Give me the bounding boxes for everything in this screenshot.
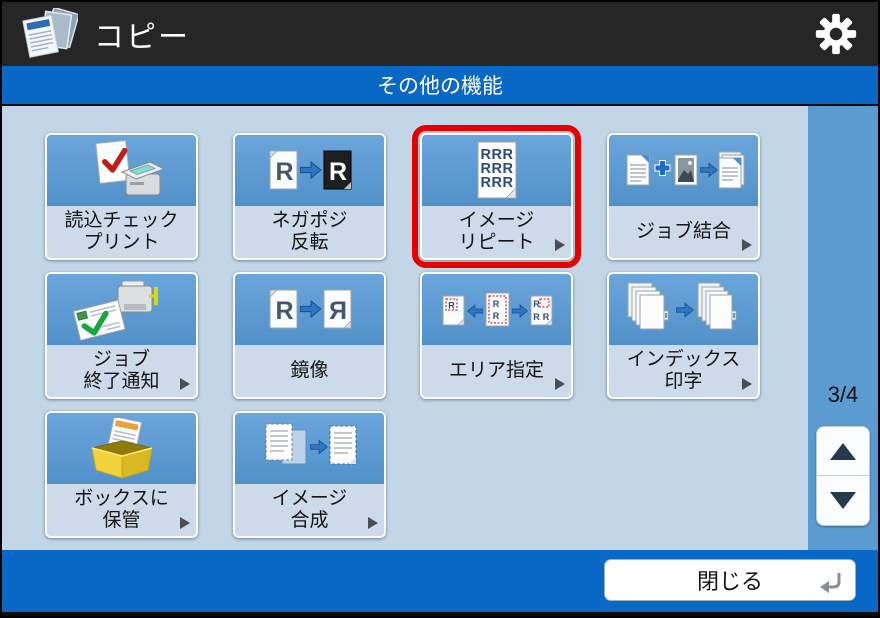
return-arrow-icon: [820, 573, 841, 593]
tile-label-line1: イメージ: [458, 209, 535, 231]
page-title: コピー: [94, 21, 190, 54]
tile-label: エリア指定: [422, 345, 571, 397]
tile-label-line2: 反転: [290, 232, 329, 253]
feature-tile-image-repeat[interactable]: RRR RRR RRR イメージ リピート: [412, 125, 581, 268]
tile-label-line2: プリント: [83, 232, 160, 253]
tile-label-line1: ジョブ: [92, 348, 150, 370]
svg-text:R: R: [533, 312, 540, 322]
tile-label: ボックスに 保管: [47, 484, 196, 536]
feature-tile-job-end-notification[interactable]: ジョブ 終了通知: [45, 272, 198, 399]
scan-check-print-icon: [47, 135, 196, 206]
feature-tile-index-print[interactable]: インデックス 印字: [607, 272, 760, 399]
main-area: 読込チェック プリント R R ネガポジ 反転 RRR RRR RRR イメージ…: [2, 106, 878, 550]
job-combine-icon: [609, 135, 758, 206]
settings-button[interactable]: [812, 10, 860, 58]
job-end-notification-icon: [47, 274, 196, 345]
tile-label: イメージ リピート: [422, 206, 571, 258]
svg-text:R: R: [275, 297, 293, 325]
submenu-arrow-icon: [742, 239, 752, 251]
store-in-box-icon: [47, 413, 196, 484]
page-up-button[interactable]: [816, 426, 870, 476]
bottom-edge: [2, 612, 878, 616]
close-button-label: 閉じる: [696, 569, 763, 594]
feature-tile-negative-positive-invert[interactable]: R R ネガポジ 反転: [233, 133, 386, 260]
feature-tile-area-designation[interactable]: R R R R R R エリア指定: [420, 272, 573, 399]
feature-tile-store-in-box[interactable]: ボックスに 保管: [45, 411, 198, 538]
svg-text:R: R: [275, 158, 293, 186]
down-arrow-icon: [830, 492, 856, 509]
submenu-arrow-icon: [368, 517, 378, 529]
tile-label-line2: 保管: [102, 510, 141, 531]
tile-label: ジョブ結合: [609, 206, 758, 258]
feature-tile-image-composition[interactable]: イメージ 合成: [233, 411, 386, 538]
feature-tile-mirror-image[interactable]: R R 鏡像: [233, 272, 386, 399]
mirror-image-icon: R R: [235, 274, 384, 345]
tile-label-line1: 鏡像: [290, 359, 329, 381]
page-down-button[interactable]: [816, 476, 870, 526]
close-button[interactable]: 閉じる: [604, 559, 856, 601]
up-arrow-icon: [830, 442, 856, 460]
image-composition-icon: [235, 413, 384, 484]
tile-label: 読込チェック プリント: [47, 206, 196, 258]
copier-touch-screen: コピー その他の機能 読込チェック プリント R R ネガポジ 反転 RRR R…: [0, 0, 880, 618]
svg-text:R: R: [542, 312, 549, 322]
gear-icon: [815, 13, 857, 55]
tile-label-line2: 合成: [290, 510, 329, 531]
tile-label-line1: エリア指定: [448, 359, 544, 381]
tile-label-line2: 終了通知: [83, 371, 160, 392]
index-print-icon: [609, 274, 758, 345]
app-header: コピー: [2, 2, 878, 66]
svg-text:R: R: [492, 311, 502, 321]
footer-bar: 閉じる: [2, 550, 878, 612]
svg-text:R: R: [328, 158, 346, 186]
svg-text:R: R: [492, 299, 502, 309]
tile-label: ジョブ 終了通知: [47, 345, 196, 397]
tile-label-line2: リピート: [458, 232, 535, 253]
pager: [816, 426, 870, 526]
tile-label-line1: イメージ: [271, 487, 348, 509]
negative-positive-invert-icon: R R: [235, 135, 384, 206]
tile-label: 鏡像: [235, 345, 384, 397]
tile-label-line1: インデックス: [626, 348, 741, 370]
svg-text:RRR: RRR: [480, 175, 513, 191]
function-bar: その他の機能: [2, 66, 878, 106]
feature-tile-scan-check-print[interactable]: 読込チェック プリント: [45, 133, 198, 260]
submenu-arrow-icon: [180, 517, 190, 529]
tile-label: イメージ 合成: [235, 484, 384, 536]
tile-label-line1: ボックスに: [74, 487, 169, 509]
tile-label: ネガポジ 反転: [235, 206, 384, 258]
tile-label: インデックス 印字: [609, 345, 758, 397]
svg-text:R: R: [328, 297, 346, 325]
submenu-arrow-icon: [742, 378, 752, 390]
submenu-arrow-icon: [555, 239, 565, 251]
submenu-arrow-icon: [555, 378, 565, 390]
tile-label-line1: 読込チェック: [64, 209, 179, 231]
tile-label-line1: ネガポジ: [271, 209, 348, 231]
tile-label-line1: ジョブ結合: [635, 220, 731, 242]
submenu-arrow-icon: [180, 378, 190, 390]
page-indicator: 3/4: [827, 382, 859, 407]
copy-documents-icon: [22, 8, 78, 58]
svg-text:R: R: [448, 300, 455, 310]
feature-tile-job-combine[interactable]: ジョブ結合: [607, 133, 760, 260]
image-repeat-icon: RRR RRR RRR: [422, 135, 571, 206]
function-bar-title: その他の機能: [377, 75, 503, 98]
tile-label-line2: 印字: [664, 371, 703, 392]
area-designation-icon: R R R R R R: [422, 274, 571, 345]
svg-text:R: R: [533, 299, 540, 309]
